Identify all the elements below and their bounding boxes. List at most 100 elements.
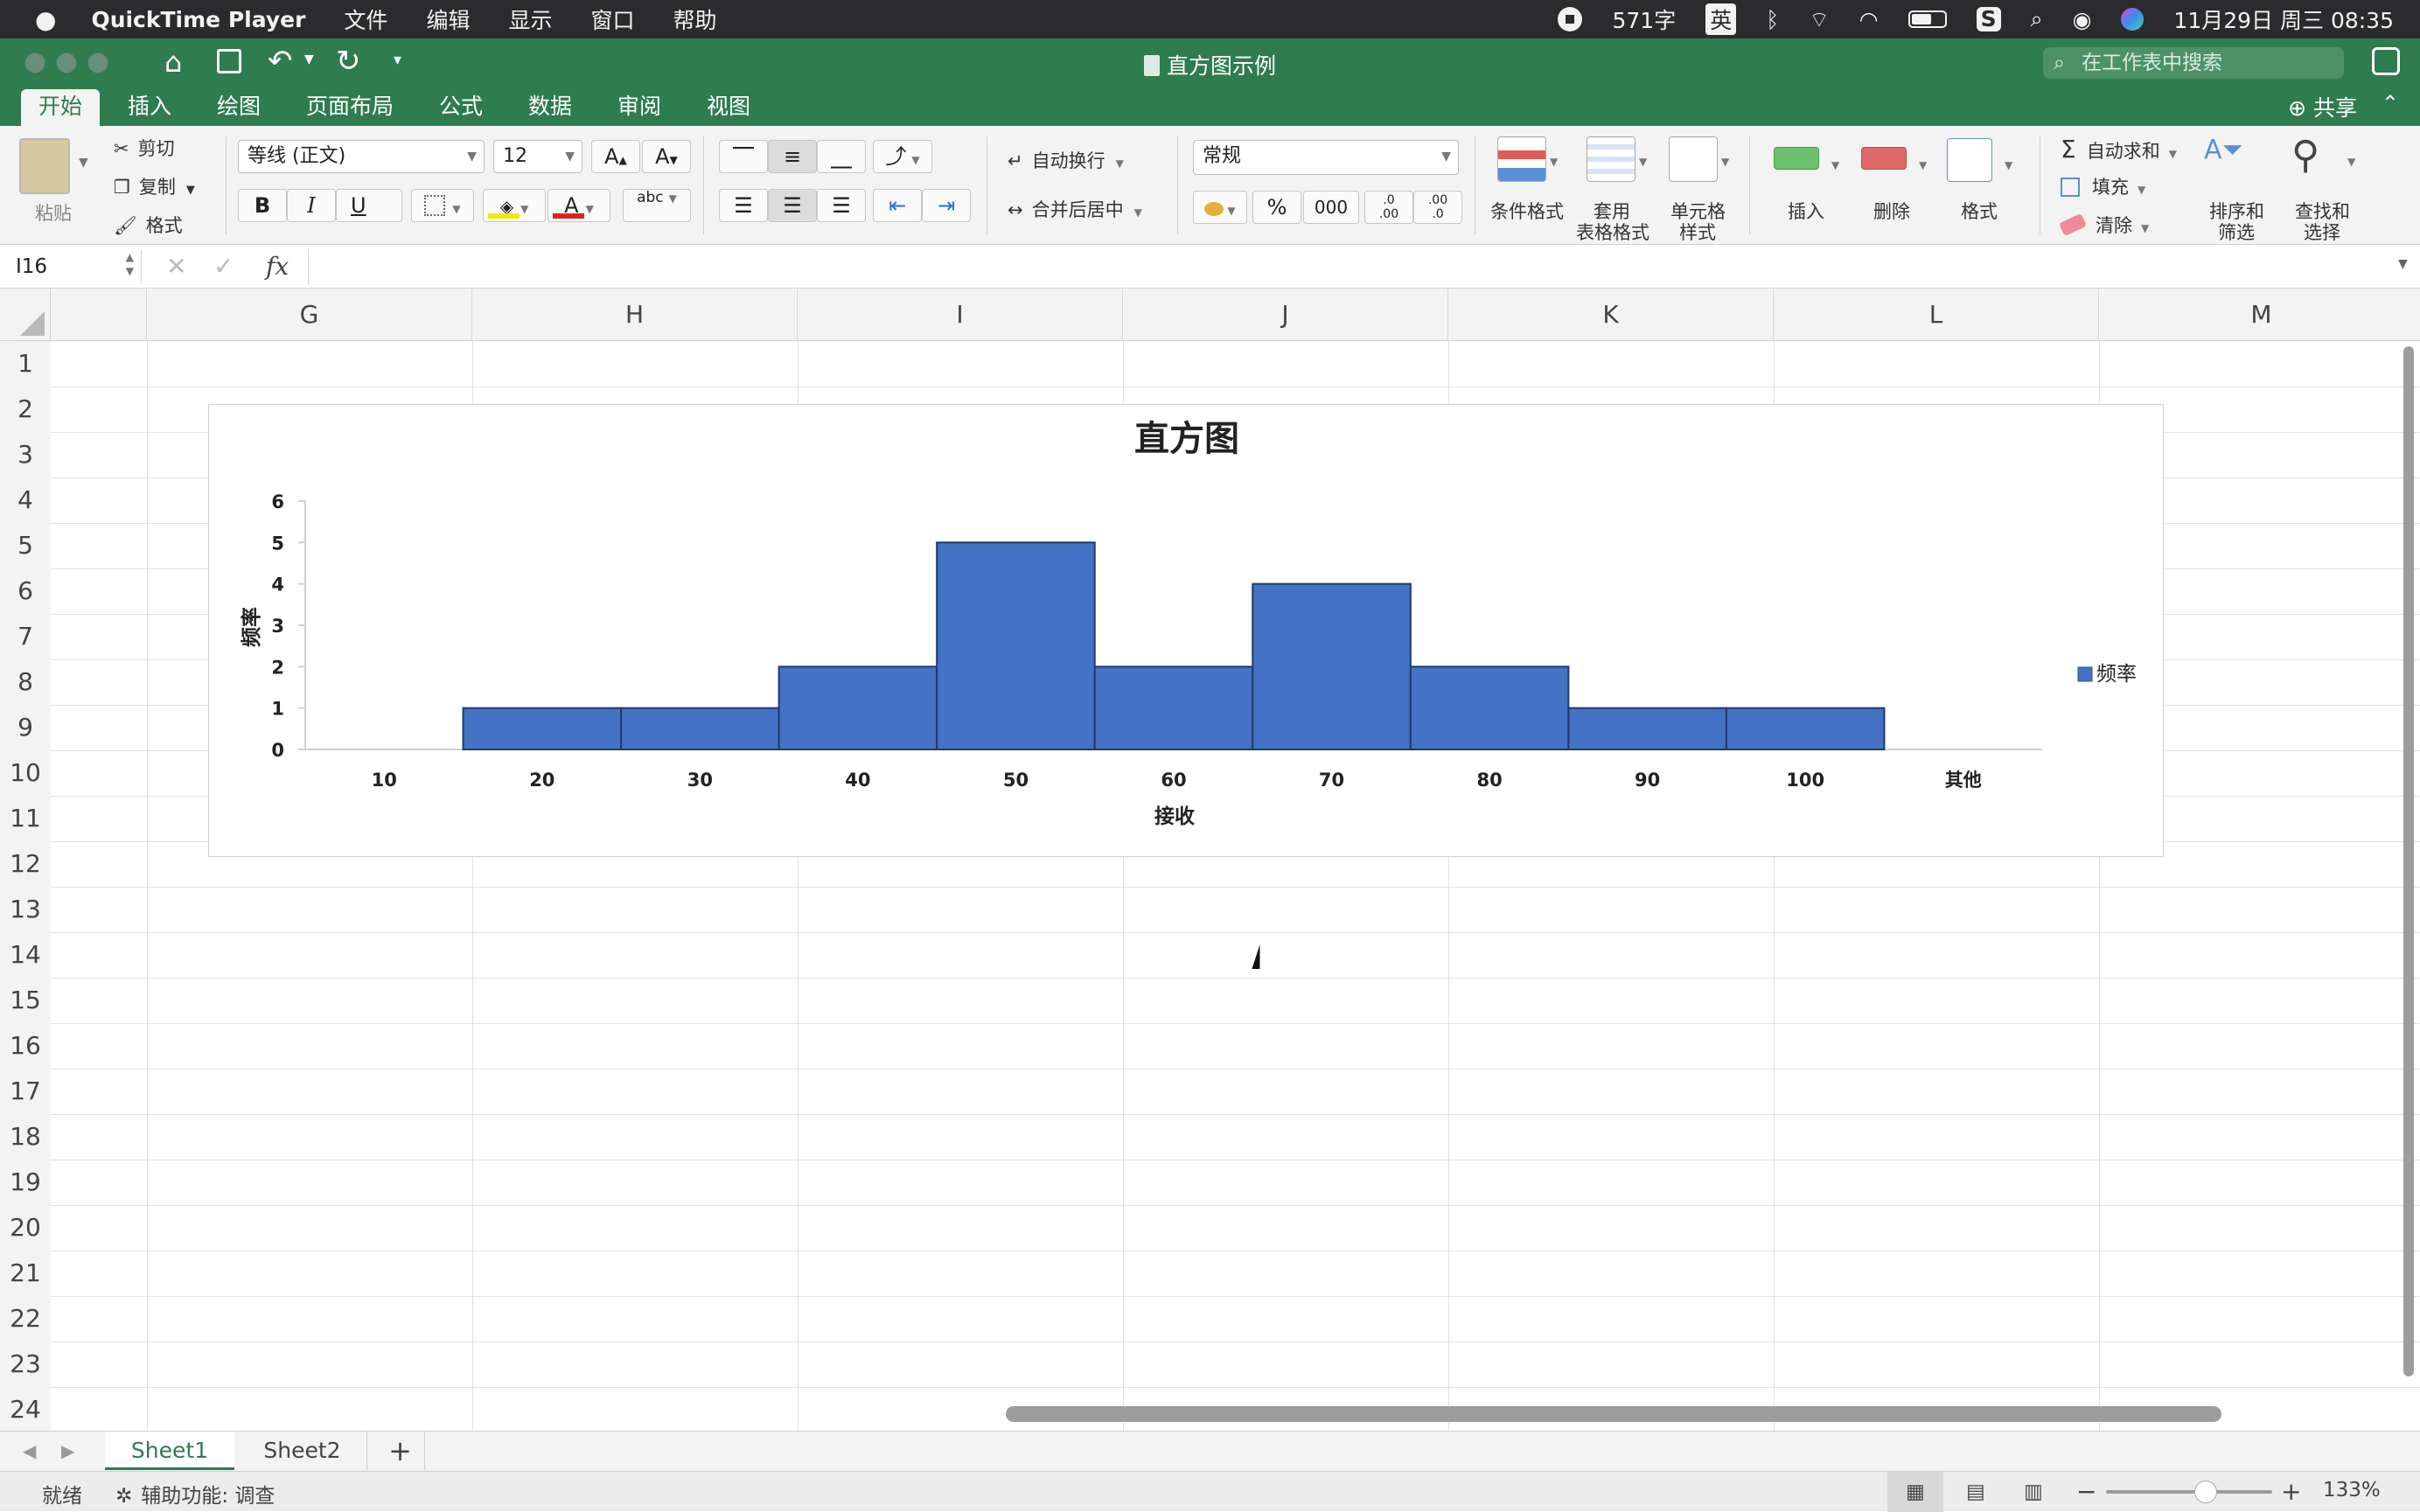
menu-file[interactable]: 文件 [344, 3, 387, 35]
table-format-label-2[interactable]: 表格格式 [1576, 219, 1649, 245]
sheet-search-input[interactable]: ⌕ 在工作表中搜索 [2043, 47, 2344, 79]
number-format-select[interactable]: 常规 ▼ [1193, 140, 1459, 175]
airdrop-icon[interactable]: ⌔ [1809, 6, 1830, 33]
row-header-19[interactable]: 19 [0, 1160, 51, 1205]
conditional-format-label[interactable]: 条件格式 [1490, 198, 1564, 224]
chevron-down-icon[interactable]: ▼ [1721, 156, 1729, 168]
wifi-icon[interactable]: ◠ [1859, 7, 1879, 32]
input-method[interactable]: 英 [1705, 3, 1737, 35]
decrease-decimal-button[interactable]: .00 .0 [1413, 191, 1462, 224]
align-middle-button[interactable]: ≡ [768, 140, 817, 173]
row-header-18[interactable]: 18 [0, 1114, 51, 1160]
battery-icon[interactable] [1907, 10, 1947, 28]
row-header-16[interactable]: 16 [0, 1023, 51, 1069]
row-header-3[interactable]: 3 [0, 432, 51, 477]
add-sheet-button[interactable]: + [376, 1432, 425, 1470]
select-all-button[interactable] [0, 289, 51, 341]
share-button[interactable]: ⊕ 共享 [2288, 91, 2357, 122]
conditional-format-icon[interactable] [1497, 136, 1546, 182]
text-orientation-button[interactable]: ⤴ ▼ [873, 140, 932, 173]
table-format-icon[interactable] [1587, 136, 1635, 182]
row-header-2[interactable]: 2 [0, 387, 51, 432]
align-right-button[interactable]: ☰ [817, 189, 866, 222]
chevron-down-icon[interactable]: ▼ [1831, 159, 1839, 171]
find-select-icon[interactable]: ⚲ [2291, 133, 2319, 178]
format-painter-button[interactable]: 🖌 格式 [114, 212, 183, 238]
histogram-chart[interactable]: 直方图 频率 接收 0 1 2 3 4 5 6 10 20 30 40 50 60 70 80 90 100 其他… [208, 404, 2164, 857]
bluetooth-icon[interactable]: ᛒ [1766, 7, 1779, 32]
column-header-prev[interactable] [51, 289, 147, 341]
x-axis-label[interactable]: 接收 [1154, 805, 1195, 828]
column-header-k[interactable]: K [1448, 289, 1774, 341]
delete-cells-icon[interactable] [1861, 147, 1907, 170]
vertical-scrollbar[interactable] [2403, 346, 2414, 1376]
prev-sheet-icon[interactable]: ◀ [23, 1440, 36, 1461]
page-layout-view-button[interactable]: ▤ [1952, 1472, 1999, 1512]
fill-button[interactable]: 填充 ▼ [2061, 173, 2145, 199]
column-header-m[interactable]: M [2099, 289, 2420, 341]
horizontal-scrollbar[interactable] [1006, 1406, 2221, 1422]
histogram-bar[interactable] [462, 707, 623, 750]
row-header-13[interactable]: 13 [0, 887, 51, 932]
column-header-g[interactable]: G [147, 289, 472, 341]
cut-button[interactable]: ✂ 剪切 [114, 135, 175, 161]
wrap-text-button[interactable]: ↵ 自动换行 ▼ [1008, 147, 1124, 173]
font-name-select[interactable]: 等线 (正文) ▼ [238, 140, 485, 173]
expand-formula-icon[interactable]: ▼ [2398, 257, 2408, 271]
sheet-tab-sheet2[interactable]: Sheet2 [238, 1432, 367, 1470]
accessibility-checker[interactable]: ✲ 辅助功能: 调查 [115, 1479, 275, 1509]
copy-button[interactable]: ❐ 复制 ▼ [114, 173, 195, 199]
row-header-14[interactable]: 14 [0, 932, 51, 978]
siri-icon[interactable] [2121, 8, 2145, 31]
sort-filter-icon[interactable]: A⏷ [2204, 135, 2243, 165]
decrease-indent-button[interactable]: ⇤ [873, 189, 922, 222]
align-left-button[interactable]: ☰ [719, 189, 768, 222]
column-header-j[interactable]: J [1123, 289, 1448, 341]
chart-title[interactable]: 直方图 [1134, 419, 1239, 459]
row-header-20[interactable]: 20 [0, 1205, 51, 1251]
shrink-font-button[interactable]: A▼ [642, 140, 691, 173]
row-header-15[interactable]: 15 [0, 978, 51, 1023]
grow-font-button[interactable]: A▲ [591, 140, 640, 173]
app-s-icon[interactable]: S [1976, 7, 2001, 31]
chevron-down-icon[interactable]: ▼ [1919, 159, 1927, 171]
format-cells-label[interactable]: 格式 [1961, 198, 1998, 224]
paste-icon[interactable] [19, 138, 70, 194]
histogram-bar[interactable] [1725, 707, 1886, 750]
paste-label[interactable]: 粘贴 [35, 199, 72, 226]
histogram-bar[interactable] [1093, 665, 1254, 751]
column-header-l[interactable]: L [1774, 289, 2099, 341]
insert-cells-icon[interactable] [1774, 147, 1819, 170]
align-center-button[interactable]: ☰ [768, 189, 817, 222]
chevron-down-icon[interactable]: ▼ [2005, 159, 2012, 171]
histogram-bar[interactable] [1252, 582, 1412, 750]
row-header-9[interactable]: 9 [0, 705, 51, 750]
histogram-bar[interactable] [936, 541, 1096, 750]
sort-filter-label-2[interactable]: 筛选 [2218, 219, 2255, 245]
align-bottom-button[interactable]: ⎽ [817, 140, 866, 173]
histogram-bar[interactable] [620, 707, 780, 750]
tab-view[interactable]: 视图 [689, 89, 768, 126]
menu-view[interactable]: 显示 [508, 3, 552, 35]
datetime[interactable]: 11月29日 周三 08:35 [2173, 3, 2394, 35]
tab-formulas[interactable]: 公式 [422, 89, 500, 126]
sheet-tab-sheet1[interactable]: Sheet1 [105, 1432, 234, 1470]
confirm-entry-icon[interactable]: ✓ [213, 252, 234, 281]
normal-view-button[interactable]: ▦ [1887, 1472, 1943, 1512]
chevron-down-icon[interactable]: ▼ [1639, 156, 1647, 168]
row-header-1[interactable]: 1 [0, 341, 51, 387]
name-box[interactable]: I16 ▲ ▼ [0, 250, 142, 283]
row-header-12[interactable]: 12 [0, 841, 51, 887]
column-header-h[interactable]: H [472, 289, 798, 341]
column-header-i[interactable]: I [798, 289, 1123, 341]
menu-edit[interactable]: 编辑 [426, 3, 470, 35]
zoom-slider[interactable] [2106, 1481, 2272, 1503]
row-header-8[interactable]: 8 [0, 659, 51, 705]
row-header-4[interactable]: 4 [0, 477, 51, 523]
clear-button[interactable]: 清除 ▼ [2058, 212, 2149, 238]
histogram-bar[interactable] [1409, 665, 1570, 751]
tab-insert[interactable]: 插入 [110, 89, 189, 126]
tab-review[interactable]: 审阅 [600, 89, 679, 126]
tab-home[interactable]: 开始 [21, 89, 101, 126]
row-header-21[interactable]: 21 [0, 1251, 51, 1296]
